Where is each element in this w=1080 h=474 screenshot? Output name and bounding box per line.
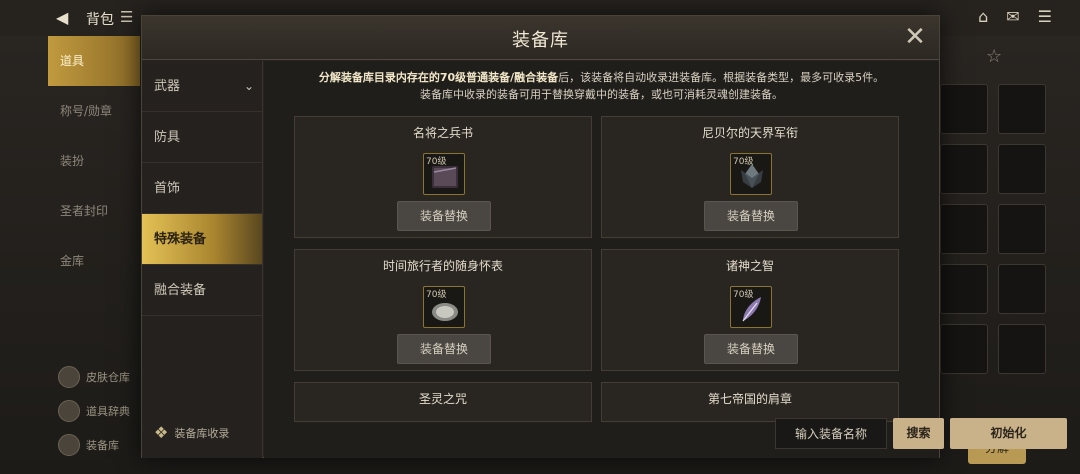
reset-button[interactable]: 初始化 [950,418,1067,449]
search-button[interactable]: 搜索 [893,418,944,449]
book-icon[interactable]: 70级 [423,153,465,195]
background-title: 背包 [86,12,114,28]
equipment-name: 圣灵之咒 [418,392,467,406]
item-level: 70级 [733,157,754,167]
tab-label: 防具 [154,130,181,145]
bg-equipment-library[interactable]: 装备库 [58,434,119,456]
background-top-icons: ⌂ ✉ ☰ [978,7,1052,26]
tab-accessories[interactable]: 首饰 [142,163,262,214]
equipment-library-modal: 装备库 ✕ 武器 ⌄ 防具 首饰 特殊装备 融合装备 ❖ 装备库收录 分解装备库… [141,15,1067,458]
replace-equipment-button[interactable]: 装备替换 [704,201,798,231]
replace-equipment-button[interactable]: 装备替换 [704,334,798,364]
modal-header: 装备库 ✕ [142,16,939,60]
equipment-name: 尼贝尔的天界军衔 [701,126,798,140]
mail-icon[interactable]: ✉ [1006,7,1019,26]
equipment-name-search-input[interactable] [775,418,887,449]
tab-armor[interactable]: 防具 [142,112,262,163]
main-menu-icon[interactable]: ☰ [1038,7,1052,26]
bg-sidebar-item-seal[interactable]: 圣者封印 [48,186,140,236]
bg-sidebar-item-avatar[interactable]: 装扮 [48,136,140,186]
equipment-card: 圣灵之咒 [294,382,592,422]
item-level: 70级 [426,290,447,300]
bg-sidebar-item-items[interactable]: 道具 [48,36,140,86]
menu-icon[interactable]: ☰ [120,8,133,26]
inventory-slot[interactable] [998,84,1046,134]
library-icon [58,434,80,456]
tab-special-equipment[interactable]: 特殊装备 [142,214,262,265]
bg-sidebar-item-vault[interactable]: 金库 [48,236,140,286]
shop-icon[interactable]: ⌂ [978,7,988,26]
description-bold: 分解装备库目录内存在的70级普通装备/融合装备 [318,71,559,84]
replace-equipment-button[interactable]: 装备替换 [397,334,491,364]
feather-icon[interactable]: 70级 [730,286,772,328]
equipment-card: 时间旅行者的随身怀表 70级 装备替换 [294,249,592,371]
item-level: 70级 [733,290,754,300]
bg-skin-storage[interactable]: 皮肤仓库 [58,366,130,388]
description-text: 分解装备库目录内存在的70级普通装备/融合装备后，该装备将自动收录进装备库。根据… [264,69,939,103]
description-line2: 装备库中收录的装备可用于替换穿戴中的装备，或也可消耗灵魂创建装备。 [420,88,783,101]
equipment-name: 诸神之智 [725,259,774,273]
tab-label: 首饰 [154,181,181,196]
inventory-slot[interactable] [998,144,1046,194]
tab-weapons[interactable]: 武器 ⌄ [142,61,262,112]
tab-label: 融合装备 [154,283,207,298]
background-inventory-grid [940,84,1060,374]
replace-equipment-button[interactable]: 装备替换 [397,201,491,231]
equipment-card: 名将之兵书 70级 装备替换 [294,116,592,238]
tab-fusion-equipment[interactable]: 融合装备 [142,265,262,316]
chevron-down-icon: ⌄ [243,79,254,93]
inventory-slot[interactable] [998,204,1046,254]
library-emblem-icon: ❖ [154,423,169,442]
equipment-card: 第七帝国的肩章 [601,382,899,422]
library-collection-link[interactable]: ❖ 装备库收录 [154,423,229,442]
inventory-slot[interactable] [998,324,1046,374]
pocket-watch-icon[interactable]: 70级 [423,286,465,328]
library-content: 分解装备库目录内存在的70级普通装备/融合装备后，该装备将自动收录进装备库。根据… [264,61,939,458]
equipment-card: 诸神之智 70级 装备替换 [601,249,899,371]
inventory-slot[interactable] [940,144,988,194]
item-level: 70级 [426,157,447,167]
equipment-card: 尼贝尔的天界军衔 70级 装备替换 [601,116,899,238]
insignia-icon[interactable]: 70级 [730,153,772,195]
equipment-name: 时间旅行者的随身怀表 [382,259,503,273]
library-collection-label: 装备库收录 [174,426,230,440]
back-arrow-icon[interactable]: ◀ [56,8,68,27]
bg-sidebar-item-titles[interactable]: 称号/勋章 [48,86,140,136]
tab-label: 武器 [154,79,181,94]
bg-item-dictionary[interactable]: 道具辞典 [58,400,130,422]
equipment-name: 第七帝国的肩章 [707,392,792,406]
tab-label: 特殊装备 [154,232,207,247]
inventory-slot[interactable] [940,84,988,134]
equipment-name: 名将之兵书 [412,126,473,140]
dictionary-icon [58,400,80,422]
inventory-slot[interactable] [998,264,1046,314]
description-rest: 后，该装备将自动收录进装备库。根据装备类型，最多可收录5件。 [558,71,885,84]
inventory-slot[interactable] [940,204,988,254]
modal-title: 装备库 [512,30,569,51]
inventory-slot[interactable] [940,324,988,374]
star-icon[interactable]: ☆ [986,46,1002,67]
skin-storage-icon [58,366,80,388]
category-tabs: 武器 ⌄ 防具 首饰 特殊装备 融合装备 ❖ 装备库收录 [142,61,263,458]
close-icon[interactable]: ✕ [901,24,929,52]
inventory-slot[interactable] [940,264,988,314]
